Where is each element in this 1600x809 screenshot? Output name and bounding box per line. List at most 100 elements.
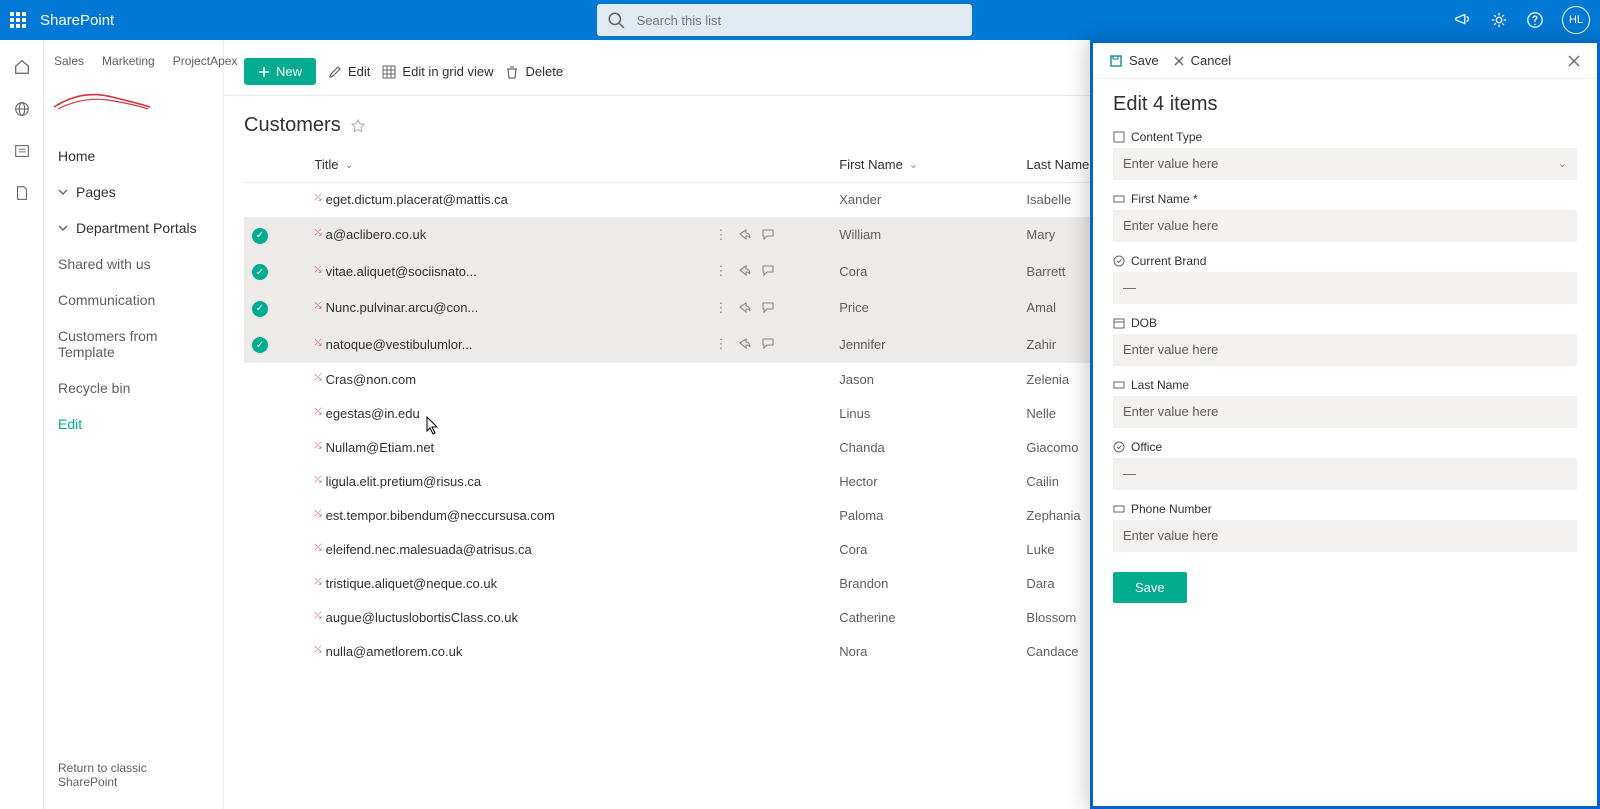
share-icon[interactable] bbox=[737, 263, 751, 279]
cell-first: Xander bbox=[831, 183, 1018, 217]
cell-title[interactable]: ⤯vitae.aliquet@sociisnato... bbox=[306, 253, 706, 290]
search-icon bbox=[607, 11, 625, 29]
field-dob-input[interactable]: Enter value here bbox=[1113, 334, 1577, 366]
help-icon[interactable] bbox=[1526, 11, 1544, 29]
cell-first: Price bbox=[831, 290, 1018, 327]
cell-first: Paloma bbox=[831, 499, 1018, 533]
nav-shared[interactable]: Shared with us bbox=[44, 246, 223, 282]
app-launcher-icon[interactable] bbox=[10, 12, 26, 28]
cell-first: Cora bbox=[831, 253, 1018, 290]
nav-return-classic[interactable]: Return to classic SharePoint bbox=[44, 751, 223, 799]
field-phone-label: Phone Number bbox=[1131, 502, 1212, 516]
hub-link[interactable]: Marketing bbox=[102, 54, 155, 68]
more-icon[interactable]: ⋮ bbox=[714, 300, 727, 316]
cell-title[interactable]: ⤯Nunc.pulvinar.arcu@con... bbox=[306, 290, 706, 327]
panel-cancel-link[interactable]: Cancel bbox=[1173, 53, 1231, 68]
date-icon bbox=[1113, 317, 1125, 329]
app-rail bbox=[0, 40, 44, 809]
cell-title[interactable]: ⤯ligula.elit.pretium@risus.ca bbox=[306, 465, 706, 499]
save-button[interactable]: Save bbox=[1113, 572, 1187, 603]
hub-links: Sales Marketing ProjectApex bbox=[44, 50, 223, 74]
cell-title[interactable]: ⤯Nullam@Etiam.net bbox=[306, 431, 706, 465]
gear-icon[interactable] bbox=[1490, 11, 1508, 29]
check-icon[interactable]: ✓ bbox=[252, 264, 268, 280]
globe-icon[interactable] bbox=[13, 100, 31, 118]
text-field-icon bbox=[1113, 193, 1125, 205]
cell-title[interactable]: ⤯est.tempor.bibendum@neccursusa.com bbox=[306, 499, 706, 533]
field-content-type-input[interactable]: Enter value here⌄ bbox=[1113, 148, 1577, 180]
list-title: Customers bbox=[244, 114, 341, 137]
new-badge-icon: ⤯ bbox=[314, 192, 321, 202]
nav-home[interactable]: Home bbox=[44, 138, 223, 174]
col-title[interactable]: Title bbox=[314, 157, 338, 172]
field-office-input[interactable]: — bbox=[1113, 458, 1577, 490]
edit-grid-button[interactable]: Edit in grid view bbox=[382, 64, 493, 79]
share-icon[interactable] bbox=[737, 336, 751, 352]
home-icon[interactable] bbox=[13, 58, 31, 76]
check-icon[interactable]: ✓ bbox=[252, 228, 268, 244]
cell-first: Chanda bbox=[831, 431, 1018, 465]
comment-icon[interactable] bbox=[761, 227, 775, 243]
site-logo[interactable] bbox=[52, 76, 215, 122]
megaphone-icon[interactable] bbox=[1454, 11, 1472, 29]
comment-icon[interactable] bbox=[761, 336, 775, 352]
cell-title[interactable]: ⤯natoque@vestibulumlor... bbox=[306, 326, 706, 363]
new-badge-icon: ⤯ bbox=[314, 474, 321, 484]
new-button[interactable]: New bbox=[244, 58, 316, 85]
cell-title[interactable]: ⤯augue@luctuslobortisClass.co.uk bbox=[306, 601, 706, 635]
nav-customers-template[interactable]: Customers from Template bbox=[44, 318, 223, 370]
panel-save-link[interactable]: Save bbox=[1109, 53, 1159, 68]
more-icon[interactable]: ⋮ bbox=[714, 263, 727, 279]
share-icon[interactable] bbox=[737, 300, 751, 316]
nav-pages-label: Pages bbox=[76, 184, 116, 200]
cell-title[interactable]: ⤯nulla@ametlorem.co.uk bbox=[306, 635, 706, 669]
check-icon[interactable]: ✓ bbox=[252, 337, 268, 353]
search-box[interactable] bbox=[597, 4, 972, 36]
content-type-icon bbox=[1113, 131, 1125, 143]
news-icon[interactable] bbox=[13, 142, 31, 160]
panel-title: Edit 4 items bbox=[1113, 93, 1577, 116]
cell-title[interactable]: ⤯eget.dictum.placerat@mattis.ca bbox=[306, 183, 706, 217]
avatar[interactable]: HL bbox=[1562, 6, 1590, 34]
comment-icon[interactable] bbox=[761, 263, 775, 279]
new-badge-icon: ⤯ bbox=[314, 300, 321, 310]
field-first-name-input[interactable]: Enter value here bbox=[1113, 210, 1577, 242]
comment-icon[interactable] bbox=[761, 300, 775, 316]
more-icon[interactable]: ⋮ bbox=[714, 336, 727, 352]
nav-dept-portals[interactable]: Department Portals bbox=[44, 210, 223, 246]
delete-button[interactable]: Delete bbox=[505, 64, 563, 79]
cell-title[interactable]: ⤯tristique.aliquet@neque.co.uk bbox=[306, 567, 706, 601]
cell-title[interactable]: ⤯Cras@non.com bbox=[306, 363, 706, 397]
nav-communication[interactable]: Communication bbox=[44, 282, 223, 318]
new-badge-icon: ⤯ bbox=[314, 542, 321, 552]
field-brand-label: Current Brand bbox=[1131, 254, 1206, 268]
star-icon[interactable] bbox=[351, 119, 365, 133]
col-last-name[interactable]: Last Name bbox=[1026, 157, 1089, 172]
nav-edit[interactable]: Edit bbox=[44, 406, 223, 442]
col-first-name[interactable]: First Name bbox=[839, 157, 903, 172]
files-icon[interactable] bbox=[13, 184, 31, 202]
check-icon[interactable]: ✓ bbox=[252, 301, 268, 317]
field-phone-input[interactable]: Enter value here bbox=[1113, 520, 1577, 552]
field-brand-input[interactable]: — bbox=[1113, 272, 1577, 304]
search-input[interactable] bbox=[635, 12, 962, 29]
nav-recycle-bin[interactable]: Recycle bin bbox=[44, 370, 223, 406]
choice-icon bbox=[1113, 441, 1125, 453]
cell-title[interactable]: ⤯eleifend.nec.malesuada@atrisus.ca bbox=[306, 533, 706, 567]
panel-close-button[interactable] bbox=[1567, 54, 1581, 68]
share-icon[interactable] bbox=[737, 227, 751, 243]
cell-title[interactable]: ⤯egestas@in.edu bbox=[306, 397, 706, 431]
new-badge-icon: ⤯ bbox=[314, 508, 321, 518]
chevron-down-icon bbox=[58, 187, 68, 197]
close-icon bbox=[1173, 55, 1185, 67]
edit-grid-label: Edit in grid view bbox=[402, 64, 493, 79]
nav-pages[interactable]: Pages bbox=[44, 174, 223, 210]
cell-title[interactable]: ⤯a@aclibero.co.uk bbox=[306, 217, 706, 254]
edit-button[interactable]: Edit bbox=[328, 64, 370, 79]
new-badge-icon: ⤯ bbox=[314, 264, 321, 274]
hub-link[interactable]: Sales bbox=[54, 54, 84, 68]
pencil-icon bbox=[328, 65, 342, 79]
new-badge-icon: ⤯ bbox=[314, 644, 321, 654]
field-last-name-input[interactable]: Enter value here bbox=[1113, 396, 1577, 428]
more-icon[interactable]: ⋮ bbox=[714, 227, 727, 243]
